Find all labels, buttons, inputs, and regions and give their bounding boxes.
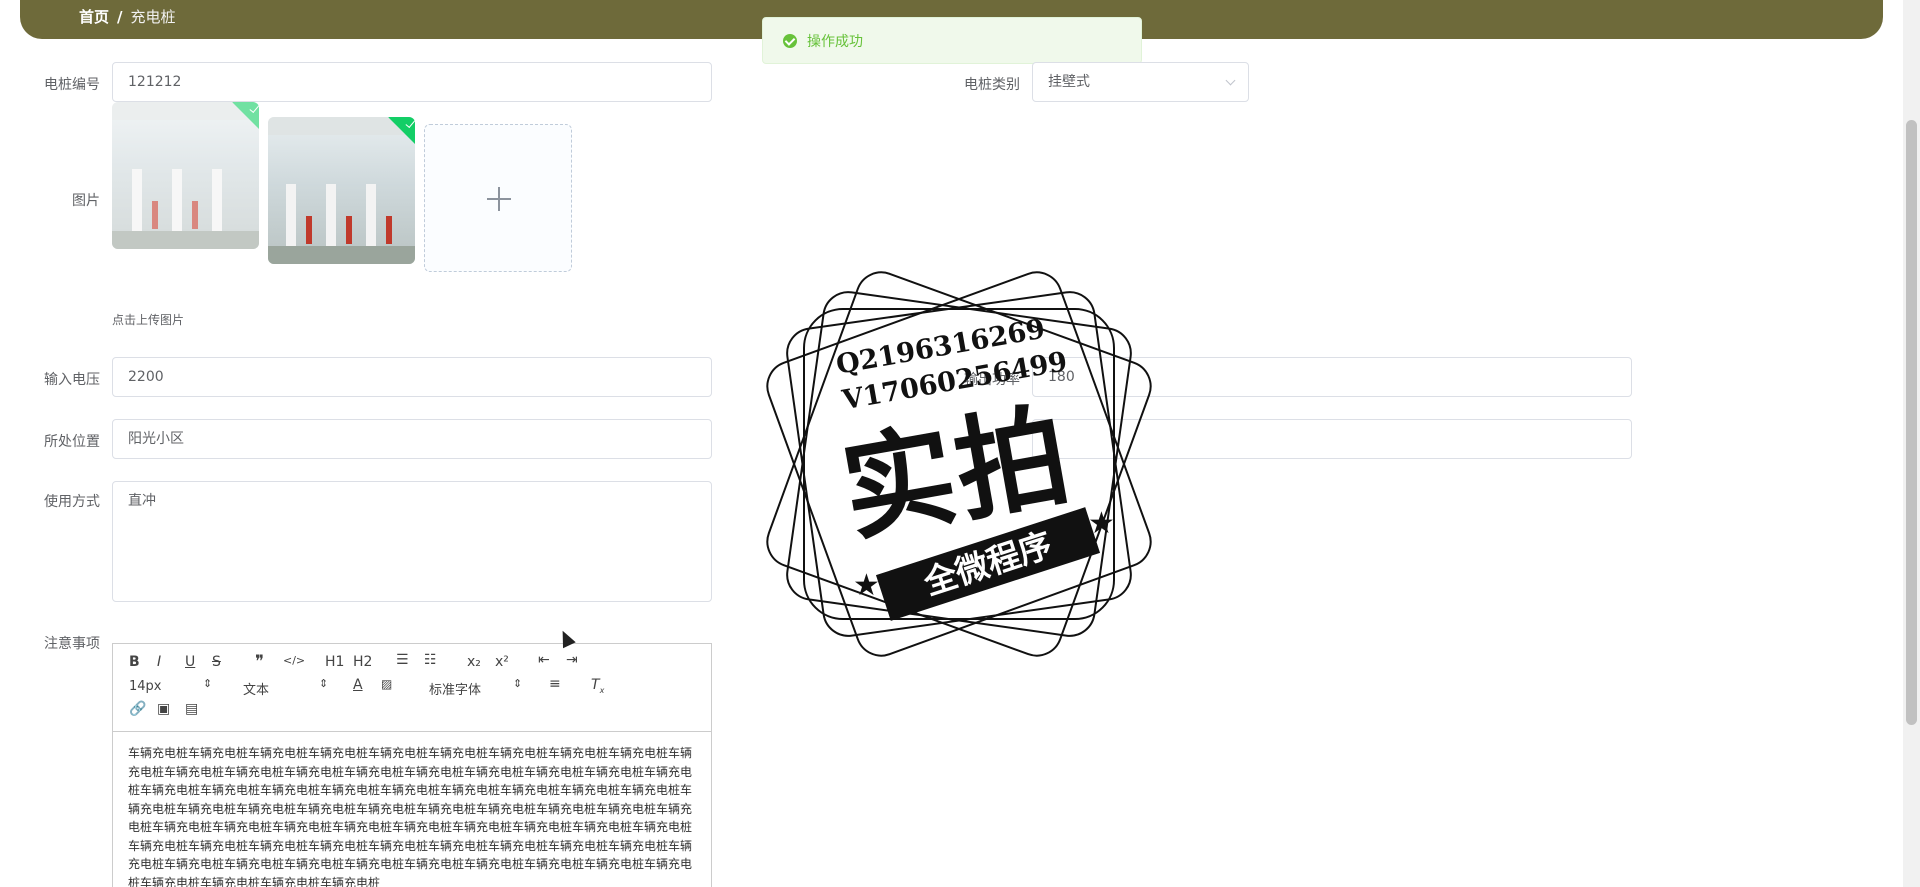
star-icon: ★ [853,568,880,603]
pile-number-input[interactable]: 121212 [112,62,712,102]
image-ground [268,246,415,264]
ordered-list-button[interactable]: ☰ [396,652,409,668]
link-icon[interactable]: 🔗 [129,701,146,717]
video-icon[interactable]: ▤ [185,701,198,717]
uploaded-image-2[interactable] [268,117,415,264]
watermark-stamp: Q2196316269 V17060256499 实拍 全微程序 ★ ★ [753,258,1165,670]
location-input[interactable]: 阳光小区 [112,419,712,459]
strike-button[interactable]: S [212,654,221,670]
image-charger [306,216,312,244]
star-icon: ★ [1088,506,1115,541]
breadcrumb-separator: / [117,7,123,26]
code-button[interactable]: </> [283,654,305,667]
editor-content[interactable]: 车辆充电桩车辆充电桩车辆充电桩车辆充电桩车辆充电桩车辆充电桩车辆充电桩车辆充电桩… [113,732,711,887]
upload-add-button[interactable] [424,124,572,272]
pile-type-value: 挂壁式 [1048,74,1090,90]
sort-icon: ⇕ [203,677,213,690]
page-scrollbar[interactable] [1903,0,1920,887]
h1-button[interactable]: H1 [325,654,344,670]
breadcrumb: 首页 / 充电桩 [79,6,176,27]
plus-icon [498,187,500,211]
sort-icon: ⇕ [319,677,329,690]
italic-button[interactable]: I [157,654,161,670]
pile-type-label: 电桩类别 [964,77,1020,93]
location-label: 所处位置 [44,434,100,450]
image-pillar [326,184,336,254]
image-pillar [366,184,376,254]
background-color-icon[interactable]: ▨ [381,677,392,691]
image-ground [112,231,259,249]
bullet-list-button[interactable]: ☷ [424,652,437,668]
chevron-down-icon [1225,75,1236,86]
toast-message: 操作成功 [807,33,863,50]
font-size-select[interactable]: 14px [129,679,162,694]
outdent-button[interactable]: ⇤ [538,652,550,668]
uploaded-image-1[interactable] [112,102,259,249]
usage-textarea[interactable]: 直冲 [112,481,712,602]
notes-label: 注意事项 [44,636,100,652]
breadcrumb-home[interactable]: 首页 [79,6,109,27]
usage-label: 使用方式 [44,494,100,510]
input-voltage-label: 输入电压 [44,372,100,388]
image-charger [192,201,198,229]
sort-icon: ⇕ [513,677,523,690]
pile-type-select[interactable]: 挂壁式 [1032,62,1249,102]
input-voltage-input[interactable]: 2200 [112,357,712,397]
editor-toolbar: B I U S ❞ </> H1 H2 ☰ ☷ x₂ x² ⇤ ⇥ 14px ⇕… [113,644,711,732]
scrollbar-thumb[interactable] [1906,120,1917,725]
align-icon[interactable]: ≡ [549,676,561,692]
image-charger [386,216,392,244]
success-toast: 操作成功 [762,17,1142,64]
pile-number-label: 电桩编号 [44,77,100,93]
image-charger [346,216,352,244]
quote-button[interactable]: ❞ [255,652,264,672]
text-style-select[interactable]: 文本 [243,679,269,698]
upload-hint: 点击上传图片 [112,313,185,327]
image-pillar [286,184,296,254]
breadcrumb-current: 充电桩 [130,8,176,26]
superscript-button[interactable]: x² [495,654,509,670]
font-color-icon[interactable]: A [353,677,363,693]
bold-button[interactable]: B [129,654,140,670]
underline-button[interactable]: U [185,654,195,670]
rich-text-editor: B I U S ❞ </> H1 H2 ☰ ☷ x₂ x² ⇤ ⇥ 14px ⇕… [112,643,712,887]
success-check-icon [783,33,797,48]
image-pillar [212,169,222,239]
subscript-button[interactable]: x₂ [467,654,481,670]
image-icon[interactable]: ▣ [157,701,170,717]
images-label: 图片 [72,193,100,209]
clear-format-icon[interactable]: Tx [591,677,604,695]
image-pillar [132,169,142,239]
h2-button[interactable]: H2 [353,654,372,670]
indent-button[interactable]: ⇥ [566,652,578,668]
image-pillar [172,169,182,239]
font-family-select[interactable]: 标准字体 [429,679,481,698]
image-charger [152,201,158,229]
